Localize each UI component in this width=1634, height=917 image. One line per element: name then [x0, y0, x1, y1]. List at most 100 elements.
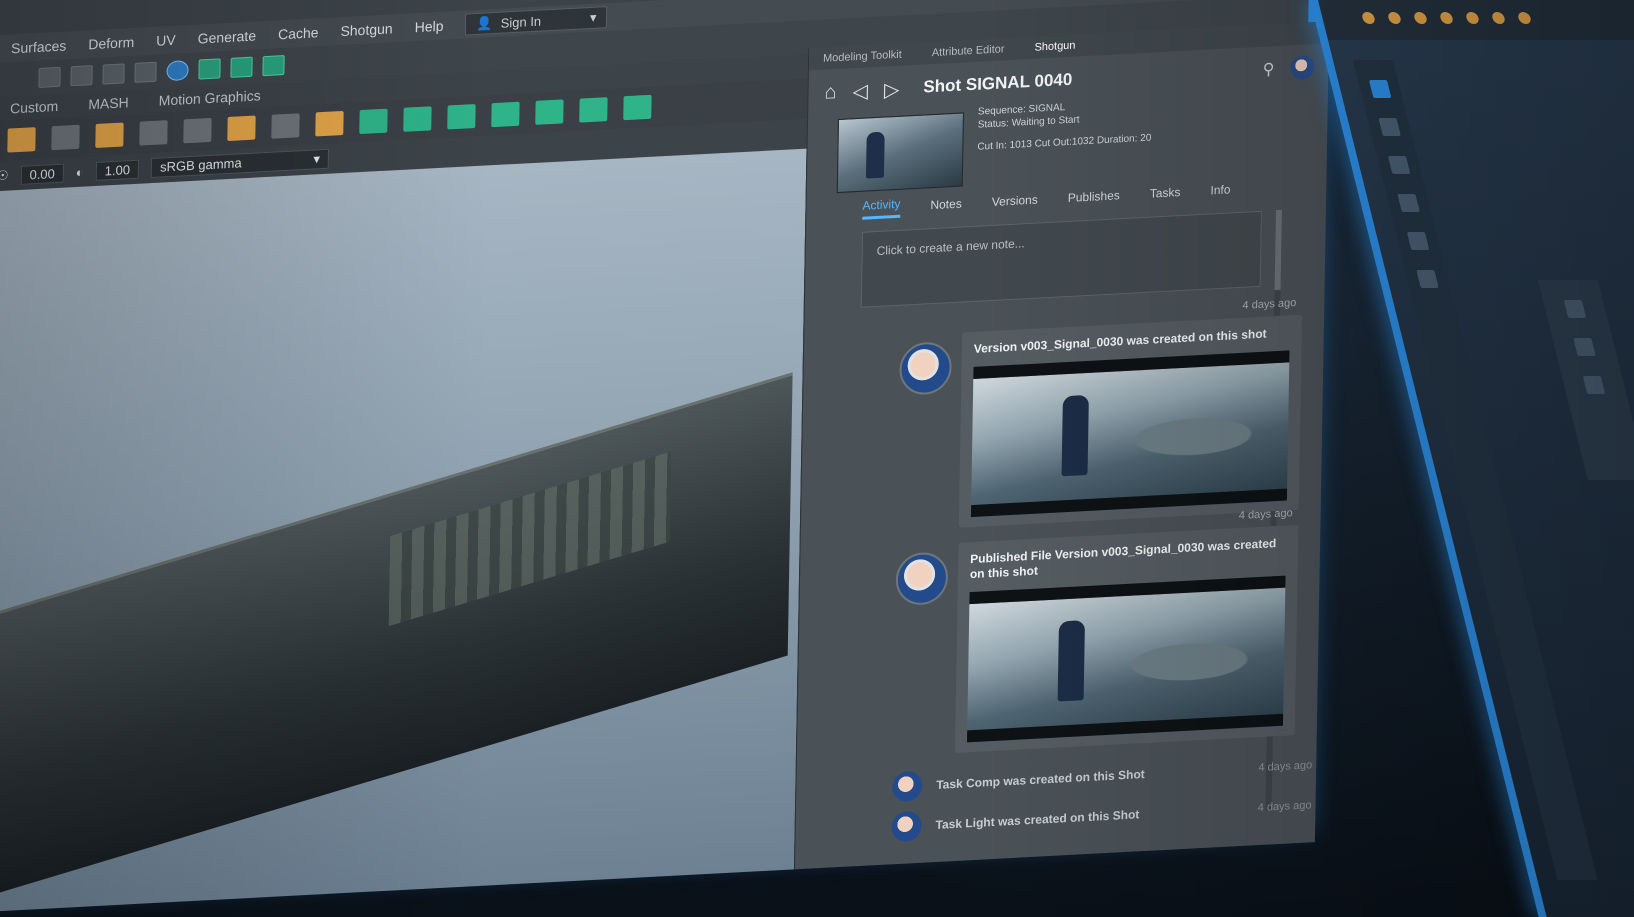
mash-curve-icon[interactable] [447, 104, 476, 130]
tab-activity[interactable]: Activity [862, 196, 901, 220]
select-tool-icon[interactable] [1368, 80, 1392, 98]
layout-icon[interactable] [315, 110, 344, 137]
shotgun-panel: Modeling Toolkit Attribute Editor Shotgu… [793, 21, 1330, 870]
list-item-text: Task Comp was created on this Shot [936, 767, 1145, 792]
color-space-dropdown[interactable]: sRGB gamma ▾ [150, 148, 330, 179]
tab-modeling-toolkit[interactable]: Modeling Toolkit [823, 49, 902, 65]
tab-tasks[interactable]: Tasks [1150, 185, 1181, 201]
second-monitor [1310, 0, 1634, 917]
forward-icon[interactable]: ▷ [884, 76, 900, 102]
layout-icon[interactable] [1582, 376, 1606, 394]
lattice-icon[interactable] [183, 117, 212, 144]
avatar [892, 770, 923, 803]
scale-tool-icon[interactable] [1397, 194, 1420, 212]
shot-thumbnail[interactable] [836, 112, 964, 194]
paint-tool-icon[interactable] [1416, 270, 1439, 288]
home-icon[interactable]: ⌂ [824, 81, 836, 105]
tab-publishes[interactable]: Publishes [1068, 188, 1120, 205]
menu-surfaces[interactable]: Surfaces [11, 37, 67, 56]
exposure-icon[interactable]: ☉ [0, 168, 9, 185]
tab-shotgun[interactable]: Shotgun [1034, 40, 1075, 54]
scene: Surfaces Deform UV Generate Cache Shotgu… [0, 0, 1634, 917]
toolbar-icon[interactable] [1412, 12, 1428, 24]
activity-item: 4 days ago Version v003_Signal_0030 was … [899, 297, 1303, 528]
chevron-down-icon: ▾ [589, 9, 597, 26]
mash-tools-icon[interactable] [623, 94, 652, 121]
lasso-tool-icon[interactable] [1406, 232, 1430, 250]
chevron-down-icon: ▾ [313, 151, 321, 167]
shot-title: Shot SIGNAL 0040 [923, 69, 1073, 97]
render-view-icon[interactable] [198, 58, 221, 80]
avatar [899, 341, 953, 396]
published-file-thumbnail[interactable] [966, 575, 1286, 743]
layout-icon[interactable] [1563, 300, 1587, 318]
menu-cache[interactable]: Cache [278, 24, 319, 42]
3d-viewport[interactable] [0, 148, 807, 913]
plane-icon[interactable] [51, 124, 80, 151]
tab-info[interactable]: Info [1210, 182, 1230, 197]
toolbar-icon[interactable] [1516, 12, 1532, 24]
list-item-text: Task Light was created on this Shot [935, 807, 1140, 832]
move-tool-icon[interactable] [1378, 118, 1401, 136]
mash-transform-icon[interactable] [491, 101, 520, 128]
toolbar-icon[interactable] [1438, 12, 1454, 24]
shelf-tab-motion-graphics[interactable]: Motion Graphics [159, 87, 261, 108]
tab-notes[interactable]: Notes [930, 197, 962, 213]
light-editor-icon[interactable] [230, 56, 253, 78]
user-icon: 👤 [476, 15, 493, 31]
grid-icon[interactable] [139, 120, 168, 146]
cut-info: Cut In: 1013 Cut Out:1032 Duration: 20 [977, 132, 1152, 153]
scrollbar-thumb[interactable] [1274, 209, 1282, 291]
search-icon[interactable]: ⚲ [1263, 59, 1275, 80]
xgen-icon[interactable] [262, 55, 285, 77]
version-thumbnail[interactable] [970, 350, 1290, 518]
second-monitor-toolbar [1318, 0, 1634, 40]
ipr-render-icon[interactable] [102, 63, 125, 85]
layout-icon[interactable] [1573, 338, 1596, 356]
mash-random-icon[interactable] [579, 97, 608, 123]
spaceship-model [0, 372, 793, 913]
tab-versions[interactable]: Versions [992, 193, 1038, 209]
activity-time: 4 days ago [1242, 296, 1297, 312]
gamma-field[interactable]: 1.00 [95, 159, 140, 181]
activity-card[interactable]: 4 days ago Published File Version v003_S… [954, 507, 1299, 753]
primitive-icon[interactable] [7, 127, 36, 153]
activity-card[interactable]: 4 days ago Version v003_Signal_0030 was … [958, 297, 1303, 528]
activity-time: 4 days ago [1238, 507, 1293, 523]
menu-uv[interactable]: UV [156, 32, 176, 49]
back-icon[interactable]: ◁ [852, 78, 868, 104]
shelf-tab-mash[interactable]: MASH [88, 94, 129, 112]
user-avatar[interactable] [1290, 54, 1315, 81]
layout-panel [1537, 280, 1634, 480]
toolbar-icon[interactable] [1464, 12, 1480, 24]
render-sequence-icon[interactable] [70, 65, 93, 87]
tool-sidebar [1352, 60, 1598, 880]
maya-window: Surfaces Deform UV Generate Cache Shotgu… [0, 0, 1330, 913]
color-space-label: sRGB gamma [159, 155, 242, 175]
cube-icon[interactable] [95, 122, 124, 148]
list-item-time: 4 days ago [1258, 759, 1313, 775]
menu-generate[interactable]: Generate [198, 28, 257, 47]
menu-help[interactable]: Help [415, 18, 444, 36]
exposure-field[interactable]: 0.00 [20, 163, 65, 185]
bounding-box-icon[interactable] [271, 113, 300, 139]
new-note-input[interactable]: Click to create a new note... [860, 210, 1262, 308]
sign-in-dropdown[interactable]: 👤 Sign In ▾ [465, 6, 608, 36]
shelf-tab-custom[interactable]: Custom [10, 98, 59, 117]
menu-shotgun[interactable]: Shotgun [340, 20, 392, 39]
shot-meta: Sequence: SIGNAL Status: Waiting to Star… [978, 100, 1080, 131]
mash-distribute-icon[interactable] [403, 106, 432, 132]
hypershade-icon[interactable] [166, 60, 189, 82]
toolbar-icon[interactable] [1386, 12, 1402, 24]
extrude-icon[interactable] [227, 115, 256, 142]
gamma-icon[interactable]: ◐ [76, 164, 84, 179]
mash-follow-icon[interactable] [535, 99, 564, 125]
mash-network-icon[interactable] [359, 108, 388, 135]
render-settings-icon[interactable] [134, 61, 157, 83]
rotate-tool-icon[interactable] [1387, 156, 1411, 174]
render-icon[interactable] [38, 66, 61, 88]
tab-attribute-editor[interactable]: Attribute Editor [932, 43, 1005, 59]
menu-deform[interactable]: Deform [88, 34, 134, 52]
toolbar-icon[interactable] [1360, 12, 1376, 24]
toolbar-icon[interactable] [1490, 12, 1506, 24]
